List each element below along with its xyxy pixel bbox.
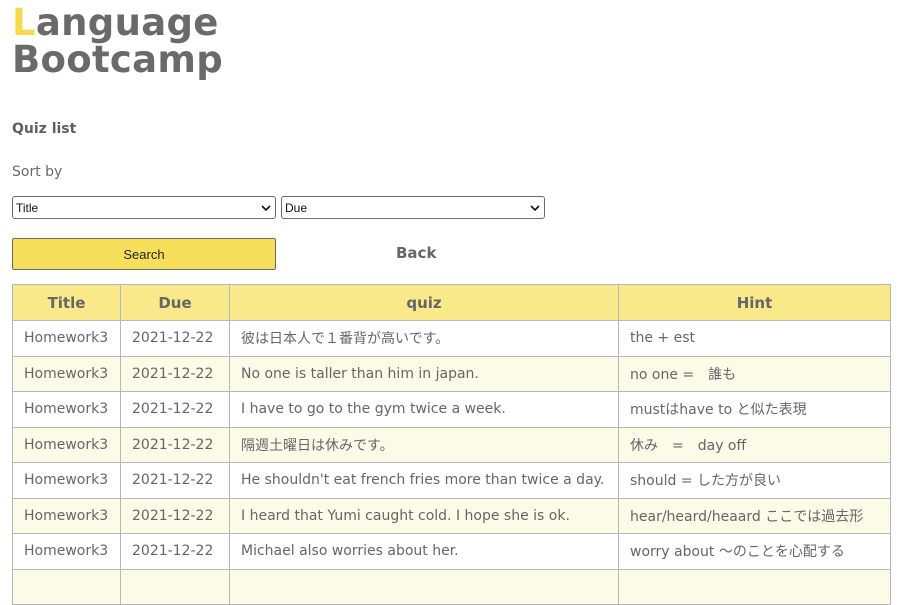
cell-quiz: I have to go to the gym twice a week. — [229, 391, 619, 428]
column-header-hint[interactable]: Hint — [618, 284, 891, 321]
chevron-down-icon — [526, 197, 544, 218]
cell-title — [12, 568, 121, 605]
cell-due: 2021-12-22 — [120, 497, 230, 534]
cell-quiz: No one is taller than him in japan. — [229, 355, 619, 392]
cell-hint: 休み = day off — [618, 426, 891, 463]
cell-due: 2021-12-22 — [120, 426, 230, 463]
cell-due: 2021-12-22 — [120, 320, 230, 357]
cell-due: 2021-12-22 — [120, 355, 230, 392]
cell-hint: worry about ～のことを心配する — [618, 533, 891, 570]
cell-hint: the + est — [618, 320, 891, 357]
cell-quiz: 隔週土曜日は休みです。 — [229, 426, 619, 463]
cell-quiz: 彼は日本人で１番背が高いです。 — [229, 320, 619, 357]
chevron-down-icon — [257, 197, 275, 218]
column-header-due[interactable]: Due — [120, 284, 230, 321]
column-header-quiz[interactable]: quiz — [229, 284, 619, 321]
sort-field-select[interactable]: Title — [12, 196, 276, 219]
cell-due: 2021-12-22 — [120, 533, 230, 570]
sort-order-select[interactable]: Due — [281, 196, 545, 219]
cell-title: Homework3 — [12, 426, 121, 463]
cell-title: Homework3 — [12, 533, 121, 570]
sort-order-value: Due — [285, 200, 308, 215]
cell-title: Homework3 — [12, 355, 121, 392]
cell-due: 2021-12-22 — [120, 391, 230, 428]
logo-text-line2: Bootcamp — [12, 38, 224, 81]
search-button[interactable]: Search — [12, 238, 276, 270]
cell-quiz — [229, 568, 619, 605]
cell-title: Homework3 — [12, 320, 121, 357]
page-title: Quiz list — [12, 121, 77, 137]
table-row[interactable]: Homework3 2021-12-22 隔週土曜日は休みです。 休み = da… — [12, 426, 891, 463]
cell-due — [120, 568, 230, 605]
cell-quiz: He shouldn't eat french fries more than … — [229, 462, 619, 499]
cell-hint — [618, 568, 891, 605]
cell-due: 2021-12-22 — [120, 462, 230, 499]
cell-title: Homework3 — [12, 497, 121, 534]
table-row[interactable] — [12, 568, 891, 605]
table-row[interactable]: Homework3 2021-12-22 彼は日本人で１番背が高いです。 the… — [12, 320, 891, 357]
quiz-table: Title Due quiz Hint Homework3 2021-12-22… — [12, 284, 891, 605]
cell-title: Homework3 — [12, 462, 121, 499]
cell-title: Homework3 — [12, 391, 121, 428]
table-row[interactable]: Homework3 2021-12-22 I have to go to the… — [12, 391, 891, 428]
sort-field-value: Title — [16, 200, 39, 215]
table-row[interactable]: Homework3 2021-12-22 I heard that Yumi c… — [12, 497, 891, 534]
sort-label: Sort by — [12, 164, 63, 180]
back-link[interactable]: Back — [396, 244, 436, 262]
table-row[interactable]: Homework3 2021-12-22 No one is taller th… — [12, 355, 891, 392]
cell-hint: hear/heard/heaard ここでは過去形 — [618, 497, 891, 534]
table-header-row: Title Due quiz Hint — [12, 284, 891, 321]
cell-quiz: Michael also worries about her. — [229, 533, 619, 570]
table-row[interactable]: Homework3 2021-12-22 He shouldn't eat fr… — [12, 462, 891, 499]
site-logo[interactable]: Language Bootcamp — [12, 4, 223, 78]
cell-quiz: I heard that Yumi caught cold. I hope sh… — [229, 497, 619, 534]
table-row[interactable]: Homework3 2021-12-22 Michael also worrie… — [12, 533, 891, 570]
cell-hint: mustはhave to と似た表現 — [618, 391, 891, 428]
cell-hint: no one = 誰も — [618, 355, 891, 392]
cell-hint: should = した方が良い — [618, 462, 891, 499]
column-header-title[interactable]: Title — [12, 284, 121, 321]
